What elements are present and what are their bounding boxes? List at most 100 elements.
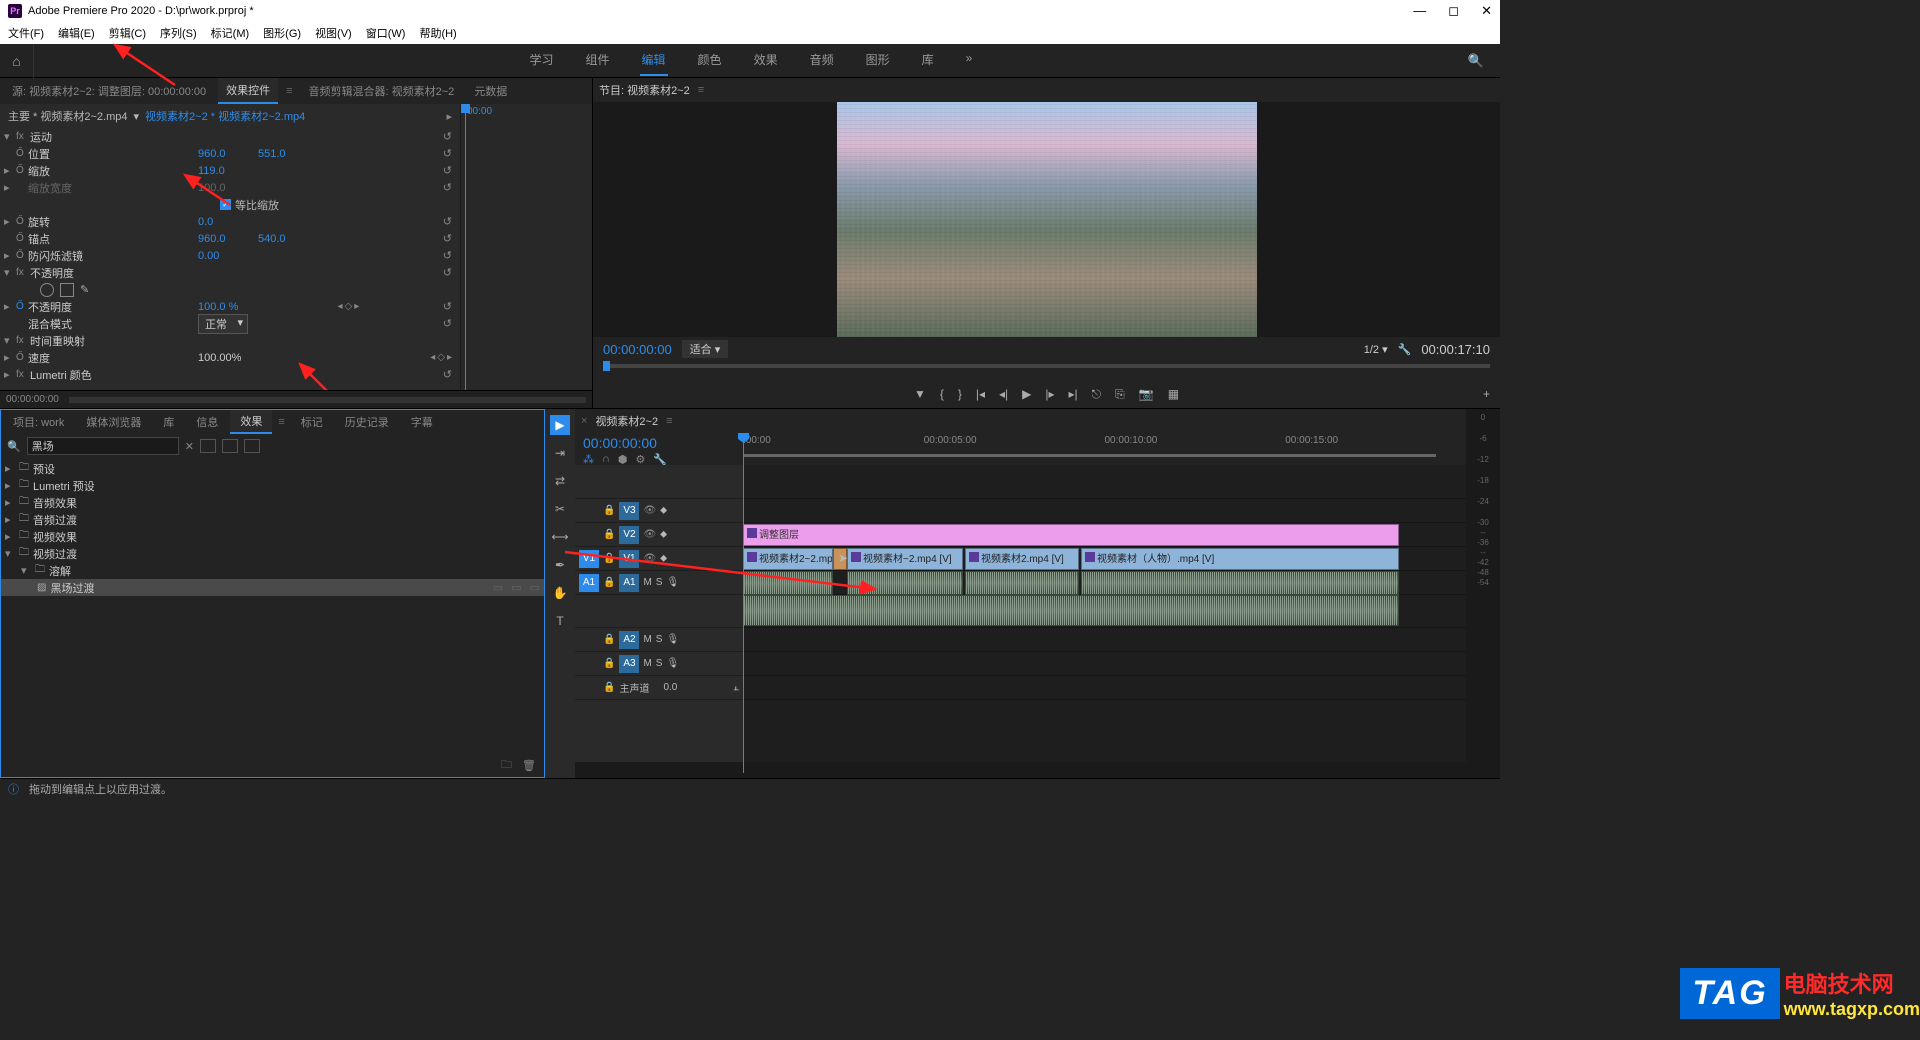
effect-mini-timeline[interactable]: 00:00 xyxy=(460,104,592,390)
kf-add-icon[interactable]: ◇ xyxy=(437,352,445,363)
ws-graphics[interactable]: 图形 xyxy=(864,45,892,76)
program-viewer[interactable] xyxy=(593,102,1500,337)
source-patch[interactable]: A1 xyxy=(579,574,599,592)
breadcrumb-master[interactable]: 主要 * 视频素材2~2.mp4 xyxy=(8,108,128,124)
mute-button[interactable]: M xyxy=(643,658,651,669)
breadcrumb-clip[interactable]: 视频素材2~2 * 视频素材2~2.mp4 xyxy=(145,108,305,124)
tab-audio-mixer[interactable]: 音频剪辑混合器: 视频素材2~2 xyxy=(301,79,463,103)
stopwatch-icon[interactable]: Ő xyxy=(16,250,28,261)
effect-timecode[interactable]: 00:00:00:00 xyxy=(6,394,59,405)
mark-in-icon[interactable]: ▼ xyxy=(914,387,926,401)
type-tool-icon[interactable]: T xyxy=(550,611,570,631)
reset-icon[interactable]: ↺ xyxy=(439,368,456,381)
timeline-content[interactable]: 调整图层 视频素材2~2.mp4 [V] 视频素材~2.mp4 [V] 视频素材… xyxy=(743,465,1466,762)
tab-source[interactable]: 源: 视频素材2~2: 调整图层: 00:00:00:00 xyxy=(4,79,214,103)
track-header-a3[interactable]: 🔒A3MS🎙 xyxy=(575,652,743,676)
reset-icon[interactable]: ↺ xyxy=(439,130,456,143)
ripple-edit-tool-icon[interactable]: ⇄ xyxy=(550,471,570,491)
clip-v1-3[interactable]: 视频素材（人物）.mp4 [V] xyxy=(1081,548,1399,570)
tab-effect-controls[interactable]: 效果控件 xyxy=(218,78,278,104)
delete-icon[interactable]: 🗑 xyxy=(522,759,536,772)
timeline-playhead[interactable] xyxy=(743,433,744,773)
ws-learn[interactable]: 学习 xyxy=(528,45,556,76)
menu-file[interactable]: 文件(F) xyxy=(8,25,44,41)
mark-out-icon[interactable]: } xyxy=(958,387,962,401)
home-icon[interactable]: ⌂ xyxy=(0,44,34,78)
maximize-button[interactable]: ◻ xyxy=(1448,3,1459,19)
tab-info[interactable]: 信息 xyxy=(186,411,228,433)
mask-rect-icon[interactable] xyxy=(60,283,74,297)
mark-out-icon[interactable]: { xyxy=(940,387,944,401)
scale-value[interactable]: 119.0 xyxy=(198,165,258,177)
checkbox-checked-icon[interactable]: ✓ xyxy=(220,199,231,210)
slip-tool-icon[interactable]: ⟷ xyxy=(550,527,570,547)
settings-icon[interactable]: 🔧 xyxy=(1398,343,1412,356)
fx-badge-accel-icon[interactable] xyxy=(200,439,216,453)
pen-tool-icon[interactable]: ✒ xyxy=(550,555,570,575)
reset-icon[interactable]: ↺ xyxy=(439,232,456,245)
solo-button[interactable]: S xyxy=(656,577,663,588)
fx-badge-yuv-icon[interactable] xyxy=(244,439,260,453)
menu-sequence[interactable]: 序列(S) xyxy=(160,25,197,41)
track-header-a1[interactable]: A1🔒A1MS🎙 xyxy=(575,571,743,595)
lock-icon[interactable]: 🔒 xyxy=(603,682,615,693)
clip-v1-2[interactable]: 视频素材2.mp4 [V] xyxy=(965,548,1079,570)
expand-icon[interactable]: ⫠ xyxy=(733,682,739,693)
kf-add-icon[interactable]: ◇ xyxy=(345,301,353,312)
eye-icon[interactable]: ⬥ xyxy=(660,529,667,540)
eye-icon[interactable]: ⬥ xyxy=(660,505,667,516)
scrub-playhead[interactable] xyxy=(603,361,610,371)
go-to-in-icon[interactable]: |◂ xyxy=(976,387,985,401)
kf-next-icon[interactable]: ▸ xyxy=(354,301,359,312)
timeline-close-icon[interactable]: × xyxy=(581,415,587,427)
tree-audio-effects[interactable]: ▸🗀音频效果 xyxy=(1,494,544,511)
timeline-ruler[interactable]: :00:00 00:00:05:00 00:00:10:00 00:00:15:… xyxy=(743,433,1466,465)
voice-icon[interactable]: 🎙 xyxy=(666,658,679,669)
menu-clip[interactable]: 剪辑(C) xyxy=(109,25,146,41)
panel-menu-icon[interactable]: ≡ xyxy=(698,84,704,96)
tree-presets[interactable]: ▸🗀预设 xyxy=(1,460,544,477)
eye-icon[interactable]: ⬥ xyxy=(660,553,667,564)
fx-opacity-header[interactable]: ▾fx 不透明度 ↺ xyxy=(0,264,460,281)
fx-timeremap-header[interactable]: ▾fx 时间重映射 xyxy=(0,332,460,349)
mini-playhead[interactable] xyxy=(465,104,466,390)
mask-ellipse-icon[interactable] xyxy=(40,283,54,297)
stopwatch-icon[interactable]: Ő xyxy=(16,216,28,227)
effects-search-input[interactable] xyxy=(27,437,179,455)
lift-icon[interactable]: ⎋ xyxy=(1092,387,1102,402)
solo-button[interactable]: S xyxy=(656,658,663,669)
menu-graphics[interactable]: 图形(G) xyxy=(263,25,301,41)
track-header-v2[interactable]: 🔒V2👁⬥ xyxy=(575,523,743,547)
tab-libraries[interactable]: 库 xyxy=(153,411,184,433)
reset-icon[interactable]: ↺ xyxy=(439,181,456,194)
tree-video-effects[interactable]: ▸🗀视频效果 xyxy=(1,528,544,545)
source-patch[interactable]: V1 xyxy=(579,550,599,568)
menu-help[interactable]: 帮助(H) xyxy=(419,25,456,41)
reset-icon[interactable]: ↺ xyxy=(439,317,456,330)
fx-lumetri-header[interactable]: ▸fx Lumetri 颜色 ↺ xyxy=(0,366,460,383)
timeline-timecode[interactable]: 00:00:00:00 xyxy=(583,435,735,451)
panel-menu-icon[interactable]: ≡ xyxy=(666,415,672,427)
position-y[interactable]: 551.0 xyxy=(258,148,318,160)
selection-tool-icon[interactable]: ▶ xyxy=(550,415,570,435)
reset-icon[interactable]: ↺ xyxy=(439,266,456,279)
flicker-value[interactable]: 0.00 xyxy=(198,250,258,262)
hand-tool-icon[interactable]: ✋ xyxy=(550,583,570,603)
comparison-icon[interactable]: ▦ xyxy=(1168,387,1179,401)
menu-edit[interactable]: 编辑(E) xyxy=(58,25,95,41)
track-header-a2[interactable]: 🔒A2MS🎙 xyxy=(575,628,743,652)
solo-button[interactable]: S xyxy=(656,634,663,645)
tab-effects[interactable]: 效果 xyxy=(230,410,272,434)
param-uniform-scale[interactable]: ✓ 等比缩放 xyxy=(0,196,460,213)
new-bin-icon[interactable]: 🗀 xyxy=(501,756,512,775)
tree-dissolve[interactable]: ▾🗀溶解 xyxy=(1,562,544,579)
close-button[interactable]: ✕ xyxy=(1481,3,1492,19)
button-editor-icon[interactable]: + xyxy=(1483,387,1490,401)
kf-prev-icon[interactable]: ◂ xyxy=(338,301,343,312)
timeline-scrollbar[interactable] xyxy=(575,762,1466,778)
tree-video-transitions[interactable]: ▾🗀视频过渡 xyxy=(1,545,544,562)
clip-a1-wave[interactable] xyxy=(743,595,1399,626)
reset-icon[interactable]: ↺ xyxy=(439,147,456,160)
stopwatch-icon[interactable]: Ő xyxy=(16,148,28,159)
clip-a1-1[interactable] xyxy=(847,571,963,595)
